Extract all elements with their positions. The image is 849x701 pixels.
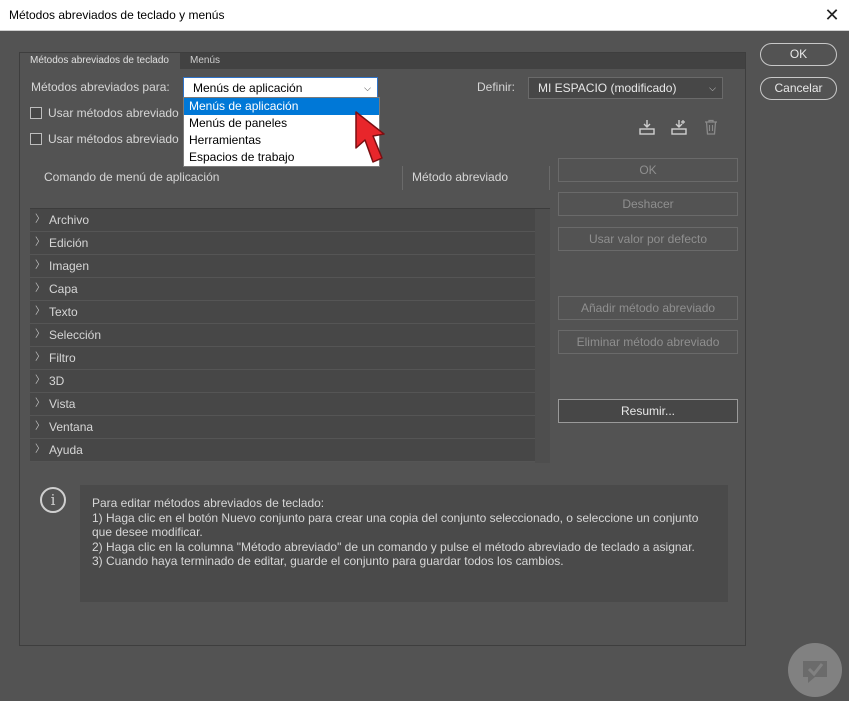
checkbox-1-label: Usar métodos abreviado bbox=[48, 106, 179, 120]
column-command-header[interactable]: Comando de menú de aplicación bbox=[44, 170, 219, 184]
chevron-right-icon[interactable]: 〉 bbox=[35, 439, 45, 461]
list-item[interactable]: 〉 Archivo bbox=[30, 209, 535, 232]
info-line: 3) Cuando haya terminado de editar, guar… bbox=[92, 554, 564, 568]
chevron-down-icon: ⌵ bbox=[364, 83, 371, 93]
undo-button[interactable]: Deshacer bbox=[558, 192, 738, 216]
checkbox-2[interactable] bbox=[30, 133, 42, 145]
use-default-button[interactable]: Usar valor por defecto bbox=[558, 227, 738, 251]
summarize-button[interactable]: Resumir... bbox=[558, 399, 738, 423]
list-item-label: 3D bbox=[49, 374, 65, 388]
list-item[interactable]: 〉 Ayuda bbox=[30, 439, 535, 462]
list-item-label: Texto bbox=[49, 305, 78, 319]
list-item[interactable]: 〉 Texto bbox=[30, 301, 535, 324]
chevron-right-icon[interactable]: 〉 bbox=[35, 301, 45, 323]
info-text: Para editar métodos abreviados de teclad… bbox=[92, 496, 712, 569]
tab-bar: Métodos abreviados de teclado Menús bbox=[20, 53, 745, 69]
list-item-label: Filtro bbox=[49, 351, 76, 365]
list-item[interactable]: 〉 Imagen bbox=[30, 255, 535, 278]
close-icon[interactable]: ✕ bbox=[815, 0, 849, 31]
define-select[interactable]: MI ESPACIO (modificado) ⌵ bbox=[528, 77, 723, 99]
chevron-right-icon[interactable]: 〉 bbox=[35, 347, 45, 369]
list-item[interactable]: 〉 3D bbox=[30, 370, 535, 393]
tab-menus[interactable]: Menús bbox=[180, 53, 230, 69]
title-bar: Métodos abreviados de teclado y menús ✕ bbox=[0, 0, 849, 31]
chevron-right-icon[interactable]: 〉 bbox=[35, 278, 45, 300]
window-title: Métodos abreviados de teclado y menús bbox=[9, 8, 225, 22]
list-item-label: Archivo bbox=[49, 213, 90, 227]
list-item-label: Vista bbox=[49, 397, 76, 411]
list-item-label: Ayuda bbox=[49, 443, 83, 457]
chevron-down-icon: ⌵ bbox=[709, 83, 716, 93]
shortcuts-for-value: Menús de aplicación bbox=[193, 81, 303, 95]
menu-command-list: 〉 Archivo 〉 Edición 〉 Imagen 〉 Capa 〉 Texto 〉… bbox=[30, 208, 550, 463]
list-item[interactable]: 〉 Selección bbox=[30, 324, 535, 347]
list-item-label: Selección bbox=[49, 328, 102, 342]
remove-shortcut-button[interactable]: Eliminar método abreviado bbox=[558, 330, 738, 354]
chevron-right-icon[interactable]: 〉 bbox=[35, 255, 45, 277]
tab-shortcuts[interactable]: Métodos abreviados de teclado bbox=[20, 53, 180, 69]
column-divider bbox=[402, 166, 403, 190]
info-line: Para editar métodos abreviados de teclad… bbox=[92, 496, 325, 510]
chevron-right-icon[interactable]: 〉 bbox=[35, 232, 45, 254]
add-shortcut-button[interactable]: Añadir método abreviado bbox=[558, 296, 738, 320]
vertical-scrollbar[interactable] bbox=[535, 209, 550, 463]
list-item[interactable]: 〉 Edición bbox=[30, 232, 535, 255]
list-item[interactable]: 〉 Capa bbox=[30, 278, 535, 301]
column-shortcut-header[interactable]: Método abreviado bbox=[412, 170, 508, 184]
info-line: 2) Haga clic en la columna "Método abrev… bbox=[92, 539, 695, 554]
list-item[interactable]: 〉 Filtro bbox=[30, 347, 535, 370]
chevron-right-icon[interactable]: 〉 bbox=[35, 209, 45, 231]
info-icon: i bbox=[40, 487, 66, 513]
save-set-icon[interactable] bbox=[638, 118, 656, 136]
info-line: 1) Haga clic en el botón Nuevo conjunto … bbox=[92, 510, 699, 540]
chevron-right-icon[interactable]: 〉 bbox=[35, 370, 45, 392]
checkbox-2-label: Usar métodos abreviado bbox=[48, 132, 179, 146]
new-set-icon[interactable] bbox=[670, 118, 688, 136]
list-item-label: Ventana bbox=[49, 420, 94, 434]
list-item[interactable]: 〉 Ventana bbox=[30, 416, 535, 439]
list-item-label: Imagen bbox=[49, 259, 90, 273]
define-label: Definir: bbox=[477, 80, 516, 94]
chevron-right-icon[interactable]: 〉 bbox=[35, 324, 45, 346]
list-item-label: Edición bbox=[49, 236, 89, 250]
column-divider bbox=[549, 166, 550, 190]
ok-button[interactable]: OK bbox=[760, 43, 837, 66]
define-value: MI ESPACIO (modificado) bbox=[538, 81, 677, 95]
chevron-right-icon[interactable]: 〉 bbox=[35, 416, 45, 438]
cancel-button[interactable]: Cancelar bbox=[760, 77, 837, 100]
watermark-logo-icon bbox=[788, 643, 842, 697]
trash-icon[interactable] bbox=[702, 118, 720, 136]
list-item[interactable]: 〉 Vista bbox=[30, 393, 535, 416]
pointer-arrow-icon bbox=[355, 111, 385, 163]
shortcuts-for-select[interactable]: Menús de aplicación ⌵ bbox=[183, 77, 378, 99]
list-item-label: Capa bbox=[49, 282, 78, 296]
checkbox-1[interactable] bbox=[30, 107, 42, 119]
shortcut-ok-button[interactable]: OK bbox=[558, 158, 738, 182]
shortcuts-for-label: Métodos abreviados para: bbox=[31, 80, 170, 94]
chevron-right-icon[interactable]: 〉 bbox=[35, 393, 45, 415]
